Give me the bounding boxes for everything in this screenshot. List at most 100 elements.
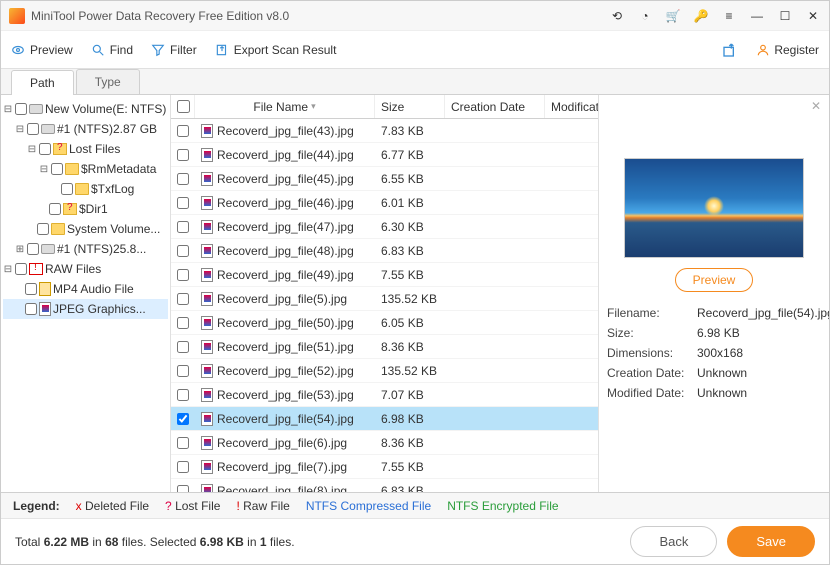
file-name: Recoverd_jpg_file(53).jpg — [217, 388, 354, 402]
tree-checkbox[interactable] — [27, 123, 39, 135]
row-checkbox[interactable] — [177, 221, 189, 233]
titlebar: MiniTool Power Data Recovery Free Editio… — [1, 1, 829, 31]
register-button[interactable]: Register — [756, 43, 819, 57]
tree-txf[interactable]: $TxfLog — [3, 179, 168, 199]
table-row[interactable]: Recoverd_jpg_file(7).jpg7.55 KB — [171, 455, 598, 479]
file-list-header: File Name Size Creation Date Modificatio… — [171, 95, 598, 119]
row-checkbox[interactable] — [177, 485, 189, 493]
compressed-label: NTFS Compressed File — [306, 499, 431, 513]
row-checkbox[interactable] — [177, 413, 189, 425]
tree-checkbox[interactable] — [51, 163, 63, 175]
row-checkbox[interactable] — [177, 245, 189, 257]
preview-button[interactable]: Preview — [11, 43, 73, 57]
preview-thumbnail — [624, 158, 804, 258]
col-filename[interactable]: File Name — [195, 95, 375, 118]
tree-rm[interactable]: ⊟$RmMetadata — [3, 159, 168, 179]
preview-panel: ✕ Preview Filename:Recoverd_jpg_file(54)… — [599, 95, 829, 492]
filter-button[interactable]: Filter — [151, 43, 197, 57]
file-size: 6.77 KB — [375, 148, 445, 162]
table-row[interactable]: Recoverd_jpg_file(53).jpg7.07 KB — [171, 383, 598, 407]
tree-lost[interactable]: ⊟Lost Files — [3, 139, 168, 159]
tree-checkbox[interactable] — [15, 263, 27, 275]
meta-cdate-val: Unknown — [697, 366, 829, 380]
help-icon[interactable]: ◔ — [637, 9, 653, 23]
tree-raw[interactable]: ⊟RAW Files — [3, 259, 168, 279]
tree-dir1[interactable]: $Dir1 — [3, 199, 168, 219]
table-row[interactable]: Recoverd_jpg_file(52).jpg135.52 KB — [171, 359, 598, 383]
table-row[interactable]: Recoverd_jpg_file(44).jpg6.77 KB — [171, 143, 598, 167]
row-checkbox[interactable] — [177, 125, 189, 137]
table-row[interactable]: Recoverd_jpg_file(46).jpg6.01 KB — [171, 191, 598, 215]
tree-part2[interactable]: ⊞#1 (NTFS)25.8... — [3, 239, 168, 259]
jpeg-icon — [201, 340, 213, 354]
row-checkbox[interactable] — [177, 173, 189, 185]
table-row[interactable]: Recoverd_jpg_file(45).jpg6.55 KB — [171, 167, 598, 191]
tree-checkbox[interactable] — [61, 183, 73, 195]
minimize-button[interactable]: — — [749, 9, 765, 23]
deleted-symbol: x — [76, 499, 82, 513]
deleted-label: Deleted File — [85, 499, 149, 513]
maximize-button[interactable]: ☐ — [777, 9, 793, 23]
preview-open-button[interactable]: Preview — [675, 268, 753, 292]
col-size[interactable]: Size — [375, 95, 445, 118]
file-list-body[interactable]: Recoverd_jpg_file(43).jpg7.83 KBRecoverd… — [171, 119, 598, 492]
refresh-icon[interactable]: ⟲ — [609, 9, 625, 23]
tree-checkbox[interactable] — [27, 243, 39, 255]
row-checkbox[interactable] — [177, 437, 189, 449]
table-row[interactable]: Recoverd_jpg_file(51).jpg8.36 KB — [171, 335, 598, 359]
tree-panel: ⊟New Volume(E: NTFS) ⊟#1 (NTFS)2.87 GB ⊟… — [1, 95, 171, 492]
row-checkbox[interactable] — [177, 389, 189, 401]
tree-sysvol[interactable]: System Volume... — [3, 219, 168, 239]
tab-type[interactable]: Type — [76, 69, 140, 94]
share-icon[interactable] — [722, 42, 738, 58]
row-checkbox[interactable] — [177, 341, 189, 353]
tree-checkbox[interactable] — [25, 303, 37, 315]
table-row[interactable]: Recoverd_jpg_file(50).jpg6.05 KB — [171, 311, 598, 335]
back-button[interactable]: Back — [630, 526, 717, 557]
row-checkbox[interactable] — [177, 293, 189, 305]
row-checkbox[interactable] — [177, 269, 189, 281]
cart-icon[interactable]: 🛒 — [665, 9, 681, 23]
tree-checkbox[interactable] — [15, 103, 27, 115]
save-button[interactable]: Save — [727, 526, 815, 557]
tab-path[interactable]: Path — [11, 70, 74, 95]
jpeg-icon — [201, 220, 213, 234]
drive-icon — [29, 104, 43, 114]
tree-checkbox[interactable] — [49, 203, 61, 215]
tree-part1[interactable]: ⊟#1 (NTFS)2.87 GB — [3, 119, 168, 139]
table-row[interactable]: Recoverd_jpg_file(47).jpg6.30 KB — [171, 215, 598, 239]
table-row[interactable]: Recoverd_jpg_file(48).jpg6.83 KB — [171, 239, 598, 263]
col-creation[interactable]: Creation Date — [445, 95, 545, 118]
tree-checkbox[interactable] — [39, 143, 51, 155]
table-row[interactable]: Recoverd_jpg_file(43).jpg7.83 KB — [171, 119, 598, 143]
menu-icon[interactable]: ≡ — [721, 9, 737, 23]
close-button[interactable]: ✕ — [805, 9, 821, 23]
row-checkbox[interactable] — [177, 197, 189, 209]
file-name: Recoverd_jpg_file(7).jpg — [217, 460, 347, 474]
row-checkbox[interactable] — [177, 365, 189, 377]
table-row[interactable]: Recoverd_jpg_file(6).jpg8.36 KB — [171, 431, 598, 455]
tree-mp4[interactable]: MP4 Audio File — [3, 279, 168, 299]
row-checkbox[interactable] — [177, 149, 189, 161]
key-icon[interactable]: 🔑 — [693, 9, 709, 23]
table-row[interactable]: Recoverd_jpg_file(5).jpg135.52 KB — [171, 287, 598, 311]
close-icon[interactable]: ✕ — [811, 99, 821, 113]
export-button[interactable]: Export Scan Result — [215, 43, 337, 57]
folder-lost-icon — [53, 143, 67, 155]
table-row[interactable]: Recoverd_jpg_file(49).jpg7.55 KB — [171, 263, 598, 287]
find-button[interactable]: Find — [91, 43, 133, 57]
jpeg-icon — [201, 484, 213, 493]
table-row[interactable]: Recoverd_jpg_file(8).jpg6.83 KB — [171, 479, 598, 492]
tree-checkbox[interactable] — [37, 223, 49, 235]
row-checkbox[interactable] — [177, 461, 189, 473]
jpeg-icon — [201, 292, 213, 306]
select-all-checkbox[interactable] — [177, 100, 190, 113]
tree-root[interactable]: ⊟New Volume(E: NTFS) — [3, 99, 168, 119]
file-name: Recoverd_jpg_file(48).jpg — [217, 244, 354, 258]
col-checkbox[interactable] — [171, 95, 195, 118]
row-checkbox[interactable] — [177, 317, 189, 329]
tree-checkbox[interactable] — [25, 283, 37, 295]
table-row[interactable]: Recoverd_jpg_file(54).jpg6.98 KB — [171, 407, 598, 431]
col-mod[interactable]: Modification — [545, 95, 599, 118]
tree-jpeg[interactable]: JPEG Graphics... — [3, 299, 168, 319]
